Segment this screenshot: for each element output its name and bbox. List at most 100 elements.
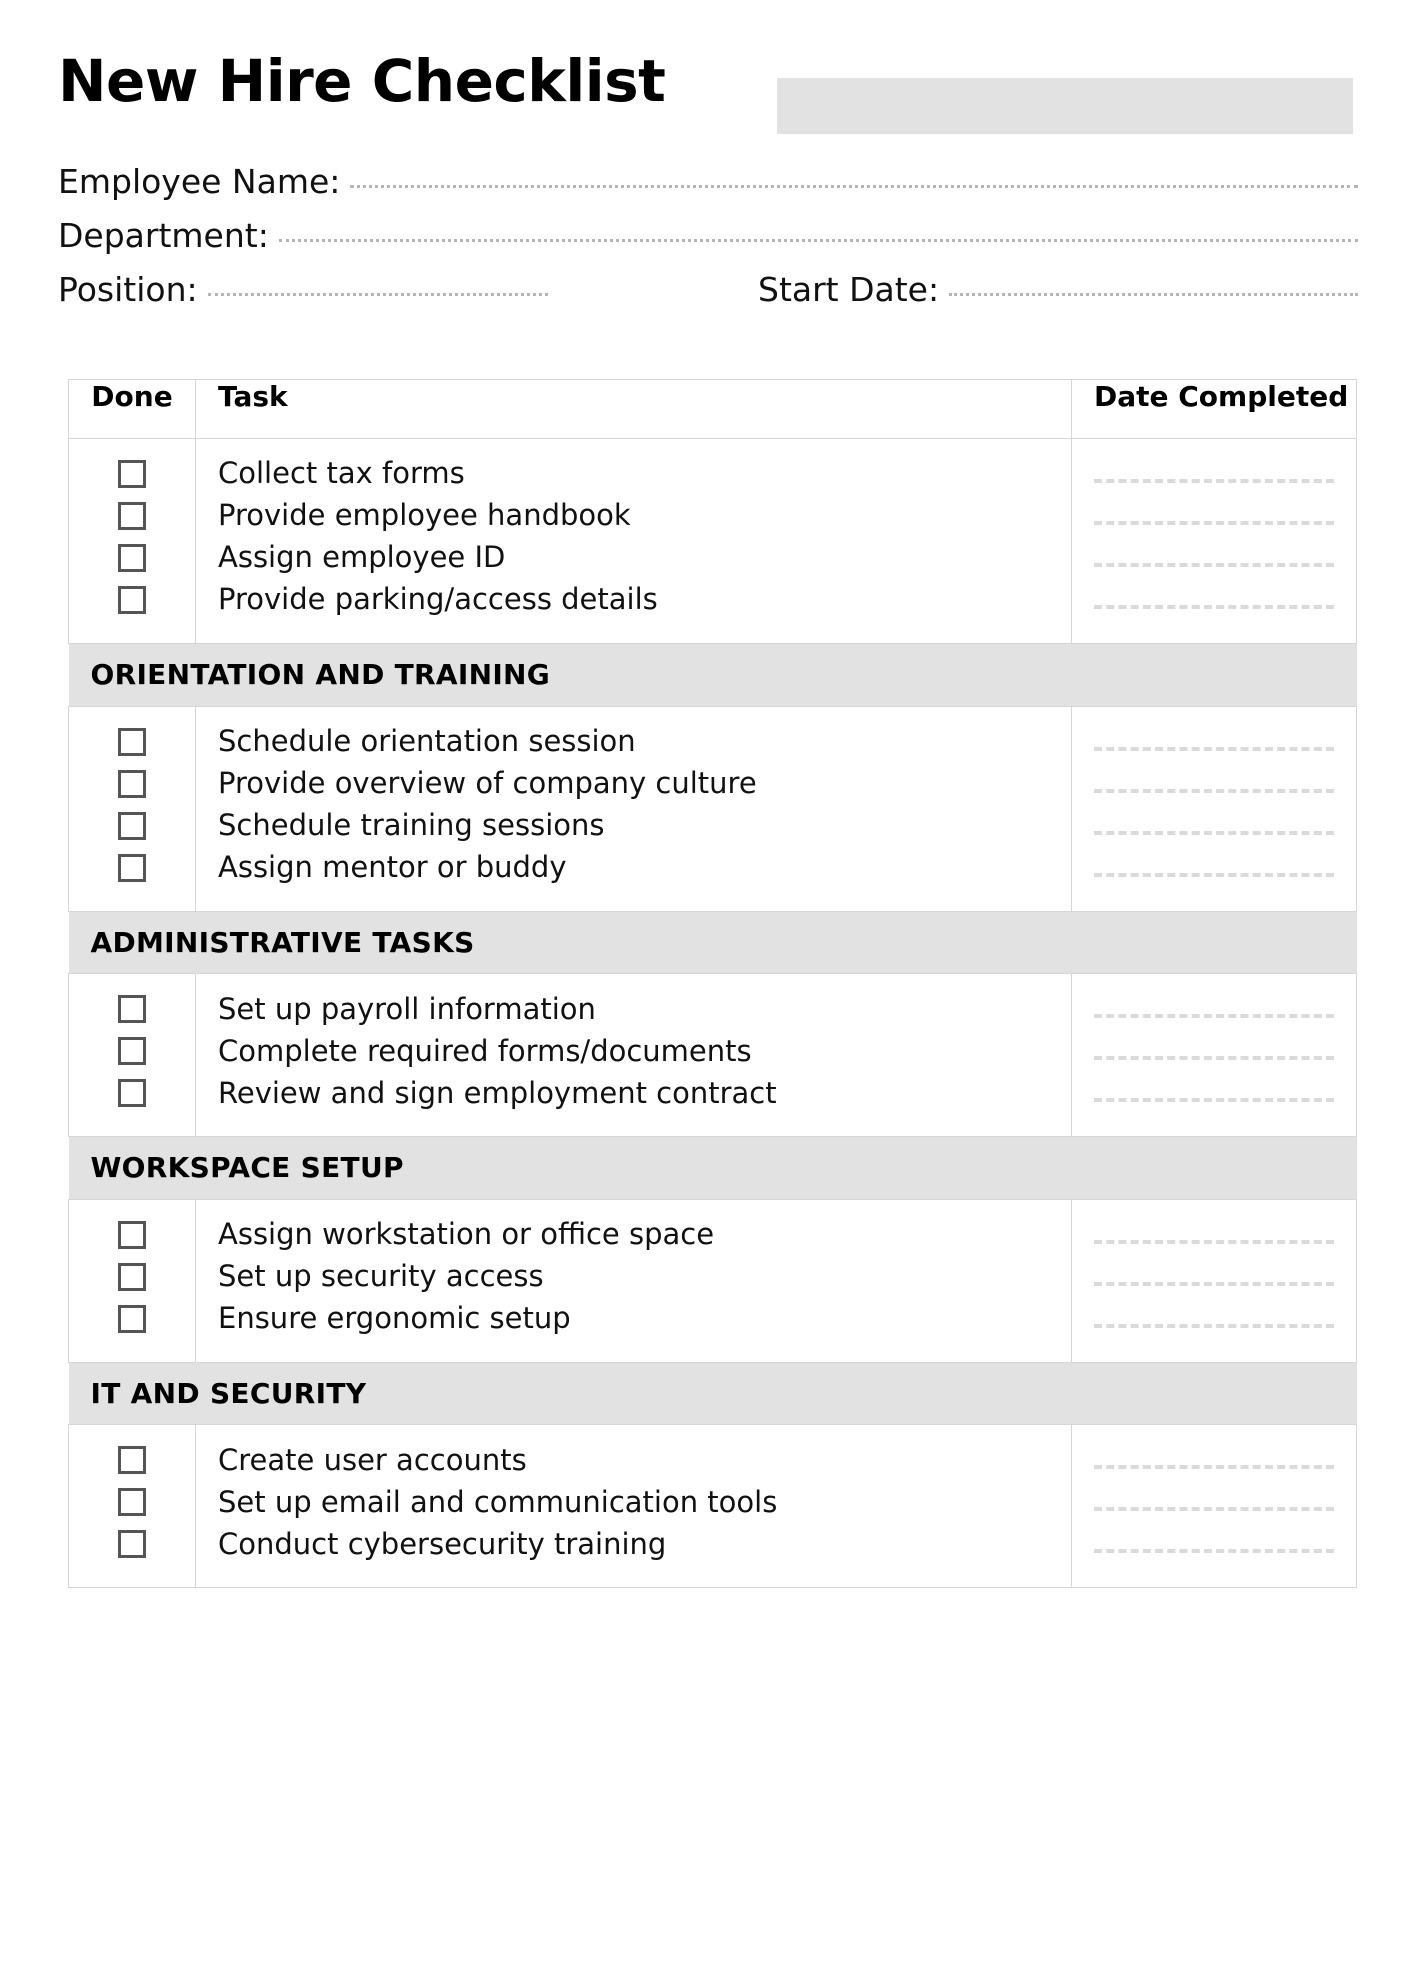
checkbox-icon[interactable]	[118, 1488, 146, 1517]
date-item[interactable]	[1094, 1256, 1334, 1298]
department-row: Department:	[58, 219, 1358, 273]
date-completed-input[interactable]	[1094, 1549, 1334, 1554]
date-item[interactable]	[1094, 579, 1334, 621]
table-body: Collect tax forms Provide employee handbo…	[68, 438, 1357, 1589]
start-date-group: Start Date:	[758, 273, 1358, 306]
date-completed-input[interactable]	[1094, 1014, 1334, 1019]
checkbox-icon[interactable]	[118, 502, 146, 530]
date-item[interactable]	[1094, 1523, 1334, 1565]
done-cell	[68, 705, 196, 912]
checkbox-icon[interactable]	[118, 1304, 146, 1333]
date-item[interactable]	[1094, 721, 1334, 763]
checkbox-item[interactable]	[69, 453, 195, 495]
checkbox-item[interactable]	[69, 847, 195, 889]
checkbox-item[interactable]	[69, 1072, 195, 1114]
date-item[interactable]	[1094, 847, 1334, 889]
date-completed-input[interactable]	[1094, 1465, 1334, 1470]
date-completed-input[interactable]	[1094, 605, 1334, 609]
checkbox-item[interactable]	[69, 537, 195, 579]
start-date-input[interactable]	[949, 292, 1358, 296]
task-item: Set up payroll information	[218, 988, 1071, 1030]
checkbox-icon[interactable]	[118, 1262, 146, 1291]
task-group-row: Assign workstation or office space Set up…	[68, 1198, 1357, 1363]
checkbox-icon[interactable]	[118, 1446, 146, 1475]
title-accent-block	[777, 78, 1353, 134]
checkbox-item[interactable]	[69, 495, 195, 537]
task-label: Provide overview of company culture	[218, 765, 757, 800]
department-input[interactable]	[278, 238, 1358, 242]
date-completed-input[interactable]	[1094, 563, 1334, 567]
checkbox-list	[69, 1214, 195, 1340]
task-label: Provide employee handbook	[218, 498, 631, 533]
checkbox-icon[interactable]	[118, 769, 146, 798]
date-line-list	[1094, 721, 1334, 889]
date-line-list	[1094, 453, 1334, 621]
task-item: Set up security access	[218, 1256, 1071, 1298]
date-completed-input[interactable]	[1094, 746, 1334, 751]
column-header-task: Task	[195, 379, 1072, 439]
date-item[interactable]	[1094, 537, 1334, 579]
checkbox-item[interactable]	[69, 1030, 195, 1072]
date-item[interactable]	[1094, 763, 1334, 805]
employee-name-input[interactable]	[350, 184, 1358, 188]
checkbox-icon[interactable]	[118, 586, 146, 614]
position-group: Position:	[58, 273, 758, 306]
section-header-cell: ADMINISTRATIVE TASKS	[68, 910, 1357, 975]
task-group-row: Collect tax forms Provide employee handbo…	[68, 438, 1357, 644]
task-item: Assign mentor or buddy	[218, 847, 1071, 889]
date-item[interactable]	[1094, 495, 1334, 537]
checkbox-item[interactable]	[69, 805, 195, 847]
date-completed-input[interactable]	[1094, 521, 1334, 525]
checkbox-item[interactable]	[69, 988, 195, 1030]
checkbox-item[interactable]	[69, 1481, 195, 1523]
date-completed-input[interactable]	[1094, 479, 1334, 483]
checkbox-item[interactable]	[69, 1256, 195, 1298]
position-input[interactable]	[207, 292, 548, 296]
task-label: Provide parking/access details	[218, 582, 658, 617]
checklist-table: Done Task Date Completed Collect tax for…	[68, 379, 1357, 1589]
date-completed-input[interactable]	[1094, 1056, 1334, 1061]
date-completed-input[interactable]	[1094, 872, 1334, 877]
checkbox-icon[interactable]	[118, 1037, 146, 1066]
date-item[interactable]	[1094, 1030, 1334, 1072]
checkbox-item[interactable]	[69, 1214, 195, 1256]
checkbox-icon[interactable]	[118, 1079, 146, 1108]
date-item[interactable]	[1094, 988, 1334, 1030]
checkbox-item[interactable]	[69, 1439, 195, 1481]
checkbox-item[interactable]	[69, 721, 195, 763]
date-item[interactable]	[1094, 453, 1334, 495]
checkbox-icon[interactable]	[118, 995, 146, 1024]
date-item[interactable]	[1094, 1214, 1334, 1256]
checkbox-icon[interactable]	[118, 853, 146, 882]
date-item[interactable]	[1094, 1072, 1334, 1114]
task-list: Create user accounts Set up email and com…	[218, 1439, 1071, 1565]
date-completed-input[interactable]	[1094, 1323, 1334, 1328]
date-item[interactable]	[1094, 1481, 1334, 1523]
checkbox-icon[interactable]	[118, 727, 146, 756]
date-item[interactable]	[1094, 805, 1334, 847]
position-startdate-row: Position: Start Date:	[58, 273, 1358, 327]
checkbox-item[interactable]	[69, 1298, 195, 1340]
checkbox-item[interactable]	[69, 579, 195, 621]
date-completed-input[interactable]	[1094, 1239, 1334, 1244]
date-item[interactable]	[1094, 1439, 1334, 1481]
checkbox-icon[interactable]	[118, 1530, 146, 1559]
date-completed-input[interactable]	[1094, 1281, 1334, 1286]
checkbox-icon[interactable]	[118, 1220, 146, 1249]
task-item: Provide employee handbook	[218, 495, 1071, 537]
date-item[interactable]	[1094, 1298, 1334, 1340]
task-label: Create user accounts	[218, 1442, 527, 1477]
date-completed-input[interactable]	[1094, 1098, 1334, 1103]
date-completed-input[interactable]	[1094, 788, 1334, 793]
checkbox-icon[interactable]	[118, 460, 146, 488]
task-item: Review and sign employment contract	[218, 1072, 1071, 1114]
task-label: Schedule orientation session	[218, 723, 636, 758]
checkbox-item[interactable]	[69, 763, 195, 805]
task-cell: Set up payroll information Complete requi…	[195, 973, 1072, 1138]
date-completed-input[interactable]	[1094, 830, 1334, 835]
date-completed-input[interactable]	[1094, 1507, 1334, 1512]
section-title: IT AND SECURITY	[90, 1376, 367, 1410]
checkbox-item[interactable]	[69, 1523, 195, 1565]
checkbox-icon[interactable]	[118, 811, 146, 840]
checkbox-icon[interactable]	[118, 544, 146, 572]
